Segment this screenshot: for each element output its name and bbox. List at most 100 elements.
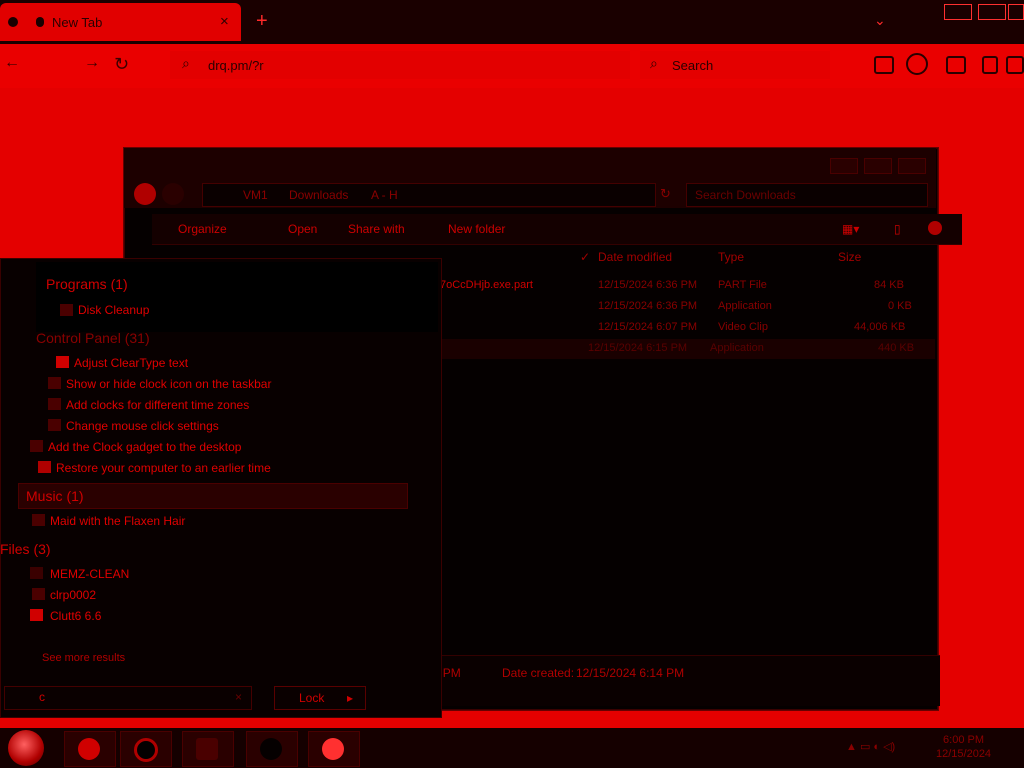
preview-pane-icon[interactable]: ▯ bbox=[894, 222, 901, 236]
explorer-close-button[interactable] bbox=[898, 158, 926, 174]
tab-new-tab[interactable]: New Tab × bbox=[0, 3, 241, 41]
url-text[interactable]: drq.pm/?r bbox=[208, 58, 264, 73]
sort-check-icon: ✓ bbox=[580, 250, 591, 264]
detail-created-value: 12/15/2024 6:14 PM bbox=[576, 666, 685, 680]
close-window-button[interactable] bbox=[1008, 4, 1024, 20]
help-icon[interactable] bbox=[928, 221, 942, 235]
file-item-clrp[interactable]: clrp0002 bbox=[50, 588, 96, 602]
lock-button[interactable]: Lock ▸ bbox=[274, 686, 366, 710]
file-icon bbox=[32, 588, 45, 600]
file-size: 0 KB bbox=[888, 300, 912, 312]
taskbar-app-explorer[interactable] bbox=[182, 731, 234, 767]
new-tab-button[interactable]: + bbox=[256, 10, 268, 33]
file-item-clutt[interactable]: Clutt6 6.6 bbox=[50, 609, 101, 623]
file-list-header: ✓ Date modified Type Size bbox=[440, 250, 935, 266]
music-group-header[interactable]: Music (1) bbox=[26, 488, 84, 504]
extensions-icon[interactable] bbox=[946, 56, 966, 74]
breadcrumb-vm1[interactable]: VM1 bbox=[243, 188, 268, 202]
reload-icon[interactable]: ↻ bbox=[114, 54, 129, 75]
taskbar-app-media[interactable] bbox=[120, 731, 172, 767]
column-size[interactable]: Size bbox=[838, 250, 861, 264]
control-item-mouse[interactable]: Change mouse click settings bbox=[66, 419, 219, 433]
media-center-icon bbox=[260, 738, 282, 760]
explorer-forward-icon[interactable] bbox=[162, 183, 184, 205]
lock-label: Lock bbox=[299, 691, 325, 705]
file-icon bbox=[30, 609, 43, 621]
breadcrumb-a-h[interactable]: A - H bbox=[371, 188, 398, 202]
tab-close-icon[interactable]: × bbox=[220, 13, 229, 30]
firefox-view-icon[interactable] bbox=[8, 17, 18, 27]
file-row-selected[interactable]: 12/15/2024 6:15 PM Application 440 KB bbox=[430, 339, 935, 359]
music-item[interactable]: Maid with the Flaxen Hair bbox=[50, 514, 185, 528]
share-with-button[interactable]: Share with bbox=[348, 222, 405, 236]
control-item-restore[interactable]: Restore your computer to an earlier time bbox=[56, 461, 271, 475]
control-item-time-zones[interactable]: Add clocks for different time zones bbox=[66, 398, 249, 412]
program-disk-cleanup[interactable]: Disk Cleanup bbox=[78, 303, 149, 317]
column-type[interactable]: Type bbox=[718, 250, 744, 264]
list-all-tabs-button[interactable]: ⌄ bbox=[874, 12, 886, 29]
file-size: 84 KB bbox=[874, 279, 904, 291]
file-row[interactable]: 7oCcDHjb.exe.part 12/15/2024 6:36 PM PAR… bbox=[440, 276, 935, 296]
control-item-gadget[interactable]: Add the Clock gadget to the desktop bbox=[48, 440, 241, 454]
addon-icon[interactable] bbox=[982, 56, 998, 74]
explorer-minimize-button[interactable] bbox=[830, 158, 858, 174]
search-bar[interactable] bbox=[640, 51, 830, 79]
breadcrumb-downloads[interactable]: Downloads bbox=[289, 188, 348, 202]
firefox-icon bbox=[322, 738, 344, 760]
column-date-modified[interactable]: Date modified bbox=[598, 250, 672, 264]
system-tray[interactable]: ▲ ▭ ◐ ◁) bbox=[846, 740, 895, 753]
file-size: 44,006 KB bbox=[854, 321, 906, 333]
music-note-icon bbox=[32, 514, 45, 526]
taskbar-app-media-center[interactable] bbox=[246, 731, 298, 767]
maximize-button[interactable] bbox=[978, 4, 1006, 20]
tab-title: New Tab bbox=[52, 15, 103, 30]
minimize-button[interactable] bbox=[944, 4, 972, 20]
explorer-search-box[interactable]: Search Downloads bbox=[686, 183, 928, 207]
taskbar-app-ie[interactable] bbox=[64, 731, 116, 767]
control-panel-group-header[interactable]: Control Panel (31) bbox=[36, 330, 150, 346]
back-icon[interactable]: ← bbox=[4, 54, 20, 72]
internet-explorer-icon bbox=[78, 738, 100, 760]
explorer-maximize-button[interactable] bbox=[864, 158, 892, 174]
lock-arrow-icon[interactable]: ▸ bbox=[347, 691, 353, 705]
file-item-memz[interactable]: MEMZ-CLEAN bbox=[50, 567, 129, 581]
pocket-icon[interactable] bbox=[874, 56, 894, 74]
search-placeholder[interactable]: Search bbox=[672, 58, 713, 73]
programs-group-header[interactable]: Programs (1) bbox=[46, 276, 128, 292]
clock-icon bbox=[48, 377, 61, 389]
explorer-back-icon[interactable] bbox=[134, 183, 156, 205]
address-bar[interactable]: VM1 Downloads A - H bbox=[202, 183, 656, 207]
media-player-icon bbox=[134, 738, 158, 762]
start-search-box[interactable]: c × bbox=[4, 686, 252, 710]
control-item-clock-icon[interactable]: Show or hide clock icon on the taskbar bbox=[66, 377, 271, 391]
control-item-cleartype[interactable]: Adjust ClearType text bbox=[74, 356, 188, 370]
start-search-value: c bbox=[39, 690, 45, 704]
files-group-header[interactable]: Files (3) bbox=[0, 541, 51, 557]
detail-created-label: Date created: bbox=[502, 666, 575, 680]
account-icon[interactable] bbox=[906, 53, 928, 75]
open-button[interactable]: Open bbox=[288, 222, 317, 236]
file-icon bbox=[30, 567, 43, 579]
file-row[interactable]: 12/15/2024 6:07 PM Video Clip 44,006 KB bbox=[440, 318, 935, 338]
clock-icon bbox=[48, 398, 61, 410]
restore-flag-icon bbox=[38, 461, 51, 473]
file-type: Application bbox=[710, 342, 764, 354]
file-row[interactable]: 12/15/2024 6:36 PM Application 0 KB bbox=[440, 297, 935, 317]
search-icon: ⌕ bbox=[650, 55, 658, 71]
file-name: 7oCcDHjb.exe.part bbox=[440, 279, 533, 291]
mouse-icon bbox=[48, 419, 61, 431]
refresh-icon[interactable]: ↻ bbox=[660, 186, 671, 202]
taskbar-app-firefox[interactable] bbox=[308, 731, 360, 767]
clock-date: 12/15/2024 bbox=[936, 748, 992, 760]
new-folder-button[interactable]: New folder bbox=[448, 222, 505, 236]
clear-search-icon[interactable]: × bbox=[235, 690, 242, 704]
organize-button[interactable]: Organize bbox=[178, 222, 227, 236]
menu-icon[interactable] bbox=[1006, 56, 1024, 74]
start-button[interactable] bbox=[8, 730, 44, 766]
taskbar-clock[interactable]: 6:00 PM 12/15/2024 bbox=[936, 733, 991, 761]
see-more-results-link[interactable]: See more results bbox=[42, 652, 125, 664]
folder-icon bbox=[196, 738, 218, 760]
view-options-icon[interactable]: ▦▾ bbox=[842, 222, 859, 236]
forward-icon[interactable]: → bbox=[84, 54, 100, 72]
tab-favicon-icon bbox=[36, 17, 44, 27]
